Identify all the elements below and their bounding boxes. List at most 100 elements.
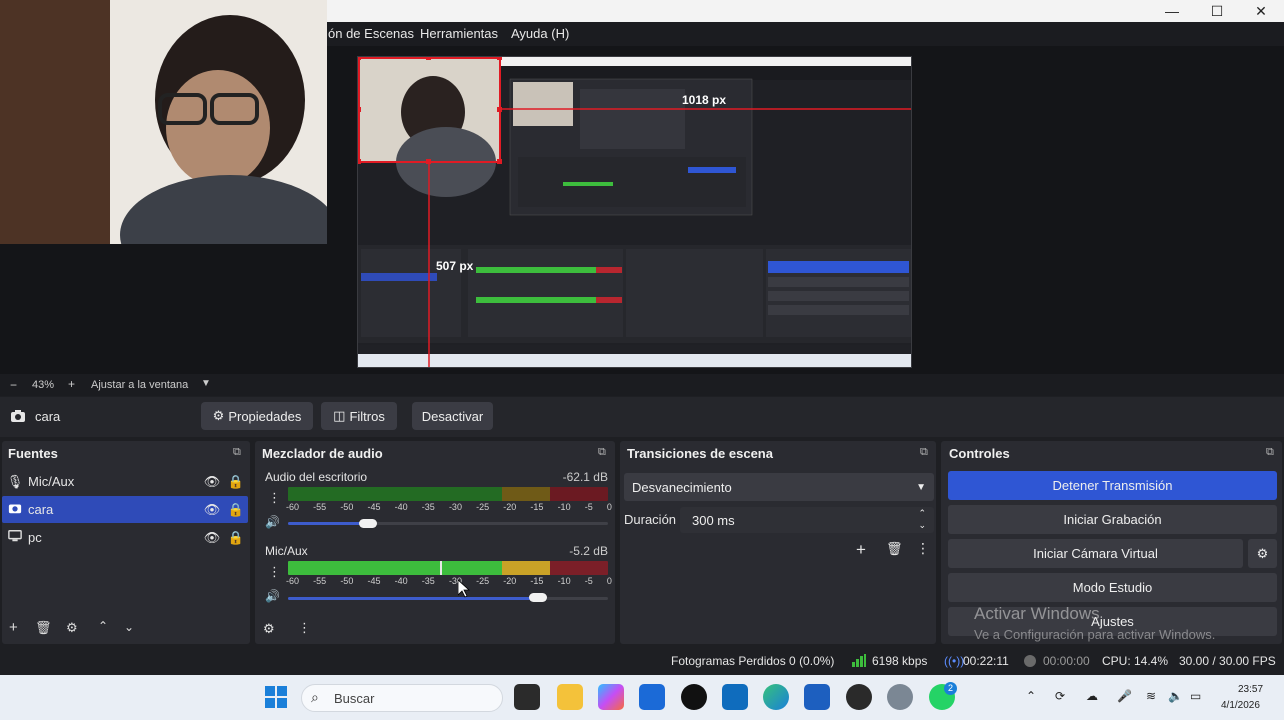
edge-icon[interactable] xyxy=(763,684,789,710)
source-item-label: pc xyxy=(28,530,42,545)
virtual-camera-settings-gear-icon[interactable]: ⚙ xyxy=(1248,539,1277,568)
settings-gear-icon[interactable] xyxy=(887,684,913,710)
visibility-eye-icon[interactable]: 👁 xyxy=(200,474,224,490)
signal-bars-icon xyxy=(852,654,866,667)
stepper-icon[interactable]: ⌃ ⌄ xyxy=(918,507,926,531)
audio-meter xyxy=(288,487,608,501)
copilot-icon[interactable] xyxy=(598,684,624,710)
controls-popout-icon[interactable]: ⧉ xyxy=(1266,446,1274,459)
word-icon[interactable] xyxy=(804,684,830,710)
meter-tick-label: -5 xyxy=(584,576,593,586)
chevron-up-icon[interactable]: ⌃ xyxy=(98,619,108,633)
meter-ticks: -60 -55 -50 -45 -40 -35 -30 -25 -20 -15 -10 -5 0 xyxy=(286,502,612,512)
search-placeholder: Buscar xyxy=(334,691,375,706)
channel-menu-icon[interactable]: ⋮ xyxy=(268,490,281,506)
record-time: 00:00:00 xyxy=(1043,654,1090,668)
clock-time[interactable]: 23:57 xyxy=(1238,684,1263,695)
cloud-icon[interactable]: ☁ xyxy=(1086,689,1098,703)
deactivate-button[interactable]: Desactivar xyxy=(412,402,493,430)
channel-db: -62.1 dB xyxy=(562,470,608,484)
menu-scene-collection[interactable]: ón de Escenas xyxy=(328,26,414,41)
dropped-frames: Fotogramas Perdidos 0 (0.0%) xyxy=(671,654,835,668)
menu-help[interactable]: Ayuda (H) xyxy=(511,26,569,41)
studio-mode-button[interactable]: Modo Estudio xyxy=(948,573,1277,602)
visibility-eye-icon[interactable]: 👁 xyxy=(200,530,224,546)
source-item-cara[interactable]: cara 👁 🔒 xyxy=(2,496,248,523)
transition-select[interactable]: Desvanecimiento ▼ xyxy=(624,473,934,501)
volume-slider[interactable] xyxy=(288,522,608,525)
meter-tick-label: -20 xyxy=(503,502,517,512)
sources-dock-popout-icon[interactable]: ⧉ xyxy=(233,446,241,459)
stop-stream-button[interactable]: Detener Transmisión xyxy=(948,471,1277,500)
meter-tick-label: -10 xyxy=(557,576,571,586)
sync-icon[interactable]: ⟳ xyxy=(1055,689,1065,703)
clock-date[interactable]: 4/1/2026 xyxy=(1221,700,1260,711)
properties-label: Propiedades xyxy=(228,408,302,424)
status-bar xyxy=(0,647,1284,675)
controls-title: Controles xyxy=(949,446,1010,461)
start-virtual-camera-button[interactable]: Iniciar Cámara Virtual xyxy=(948,539,1243,568)
lock-icon[interactable]: 🔒 xyxy=(224,530,248,546)
microphone-tray-icon[interactable]: 🎤 xyxy=(1117,689,1132,703)
mixer-menu-icon[interactable]: ⋮ xyxy=(298,620,311,636)
fit-to-window-label[interactable]: Ajustar a la ventana xyxy=(91,379,188,391)
tray-chevron-up-icon[interactable]: ⌃ xyxy=(1026,689,1036,703)
speaker-icon[interactable]: 🔊 xyxy=(265,515,280,529)
volume-slider[interactable] xyxy=(288,597,608,600)
webcam-overlay xyxy=(0,0,327,244)
transition-menu-icon[interactable]: ⋮ xyxy=(916,540,930,557)
duration-input[interactable]: 300 ms ⌃ ⌄ xyxy=(680,507,934,533)
transitions-popout-icon[interactable]: ⧉ xyxy=(920,446,928,459)
channel-menu-icon[interactable]: ⋮ xyxy=(268,564,281,580)
source-item-label: cara xyxy=(28,502,54,517)
file-explorer-icon[interactable] xyxy=(557,684,583,710)
tiktok-icon[interactable] xyxy=(681,684,707,710)
battery-icon[interactable]: ▭ xyxy=(1190,689,1201,703)
camera-icon xyxy=(2,501,28,518)
trash-icon[interactable]: 🗑 xyxy=(35,620,52,636)
outlook-icon[interactable] xyxy=(722,684,748,710)
task-view-icon[interactable] xyxy=(514,684,540,710)
windows-start-icon[interactable] xyxy=(265,686,287,708)
volume-knob[interactable] xyxy=(359,519,377,528)
transitions-title: Transiciones de escena xyxy=(627,446,773,461)
zoom-out-button[interactable]: − xyxy=(10,378,17,392)
meter-tick-label: -55 xyxy=(313,576,327,586)
taskbar-search[interactable]: ⌕ Buscar xyxy=(301,684,503,712)
zoom-dropdown-icon[interactable]: ▼ xyxy=(201,378,211,389)
filters-button[interactable]: ◫ Filtros xyxy=(321,402,397,430)
zoom-in-button[interactable]: + xyxy=(68,377,75,391)
add-source-icon[interactable]: + xyxy=(9,619,18,636)
advanced-audio-gear-icon[interactable]: ⚙ xyxy=(263,621,275,637)
gear-icon[interactable]: ⚙ xyxy=(66,620,78,636)
start-recording-button[interactable]: Iniciar Grabación xyxy=(948,505,1277,534)
maximize-button[interactable]: ☐ xyxy=(1195,0,1239,22)
cpu-usage: CPU: 14.4% xyxy=(1102,654,1169,668)
close-button[interactable]: ✕ xyxy=(1239,0,1283,22)
source-item-pc[interactable]: pc 👁 🔒 xyxy=(2,524,248,551)
minimize-button[interactable]: — xyxy=(1150,0,1194,22)
trash-icon[interactable]: 🗑 xyxy=(886,541,903,557)
lock-icon[interactable]: 🔒 xyxy=(224,474,248,490)
whatsapp-badge: 2 xyxy=(944,682,957,695)
volume-knob[interactable] xyxy=(528,593,547,602)
chevron-down-icon[interactable]: ⌄ xyxy=(124,620,134,634)
source-item-mic-aux[interactable]: 🎙 Mic/Aux 👁 🔒 xyxy=(2,468,248,495)
properties-button[interactable]: ⚙ Propiedades xyxy=(201,402,313,430)
wifi-icon[interactable]: ≋ xyxy=(1146,689,1156,703)
channel-name: Audio del escritorio xyxy=(265,470,368,484)
menu-tools[interactable]: Herramientas xyxy=(420,26,498,41)
volume-tray-icon[interactable]: 🔈 xyxy=(1168,689,1183,703)
duration-value: 300 ms xyxy=(692,512,735,528)
lock-icon[interactable]: 🔒 xyxy=(224,502,248,518)
obs-icon[interactable] xyxy=(846,684,872,710)
search-icon: ⌕ xyxy=(311,689,319,705)
preview-canvas[interactable] xyxy=(357,56,912,368)
channel-name: Mic/Aux xyxy=(265,544,308,558)
add-transition-icon[interactable]: + xyxy=(856,540,866,560)
speaker-icon[interactable]: 🔊 xyxy=(265,589,280,603)
meter-tick-label: -30 xyxy=(448,502,462,512)
mixer-dock-popout-icon[interactable]: ⧉ xyxy=(598,446,606,459)
store-icon[interactable] xyxy=(639,684,665,710)
visibility-eye-icon[interactable]: 👁 xyxy=(200,502,224,518)
